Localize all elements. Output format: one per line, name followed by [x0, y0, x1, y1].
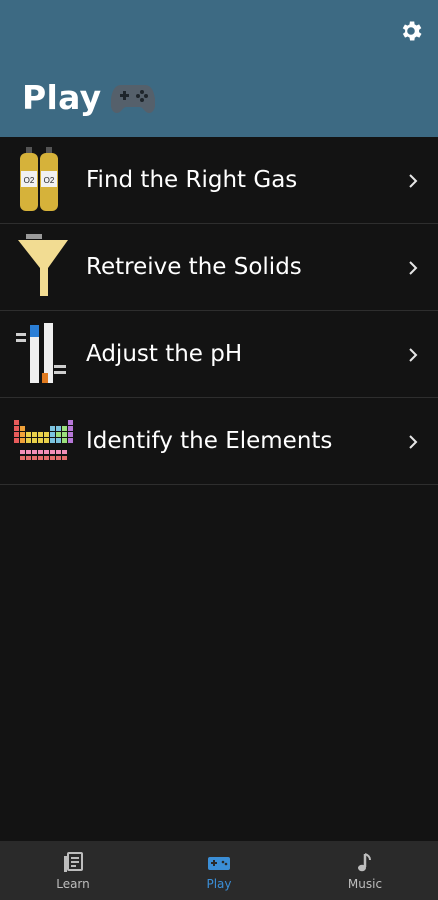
- nav-label-learn: Learn: [56, 877, 90, 891]
- gamepad-icon: [208, 857, 230, 870]
- nav-item-music[interactable]: Music: [292, 841, 438, 900]
- game-item-find-gas[interactable]: O2 O2 Find the Right Gas: [0, 137, 438, 224]
- svg-text:O2: O2: [44, 176, 55, 185]
- chevron-right-icon: [409, 174, 418, 188]
- ph-indicator-icon: [16, 323, 66, 383]
- nav-item-play[interactable]: Play: [146, 841, 292, 900]
- nav-item-learn[interactable]: Learn: [0, 841, 146, 900]
- game-item-retrieve-solids[interactable]: Retreive the Solids: [0, 224, 438, 311]
- periodic-table-icon: [14, 420, 73, 460]
- music-note-icon: [358, 853, 371, 872]
- game-item-label: Retreive the Solids: [86, 254, 302, 280]
- game-item-label: Find the Right Gas: [86, 167, 298, 193]
- chevron-right-icon: [409, 261, 418, 275]
- nav-label-play: Play: [206, 877, 232, 891]
- title-row: Play: [22, 72, 156, 122]
- game-list: O2 O2 Find the Right Gas Retreive the So…: [0, 137, 438, 485]
- gamepad-icon: [111, 85, 156, 113]
- app-header: Play: [0, 0, 438, 137]
- nav-label-music: Music: [347, 877, 383, 891]
- gas-cylinders-icon: O2 O2: [20, 147, 58, 211]
- page-title: Play: [22, 77, 102, 117]
- game-item-identify-elements[interactable]: Identify the Elements: [0, 398, 438, 485]
- game-item-adjust-ph[interactable]: Adjust the pH: [0, 311, 438, 398]
- game-item-label: Identify the Elements: [86, 428, 333, 454]
- game-item-label: Adjust the pH: [86, 341, 243, 367]
- gear-icon[interactable]: [398, 18, 424, 44]
- book-icon: [64, 852, 83, 872]
- bottom-nav: Learn Play Music: [0, 841, 438, 900]
- chevron-right-icon: [409, 435, 418, 449]
- svg-text:O2: O2: [24, 176, 35, 185]
- funnel-icon: [18, 234, 68, 296]
- chevron-right-icon: [409, 348, 418, 362]
